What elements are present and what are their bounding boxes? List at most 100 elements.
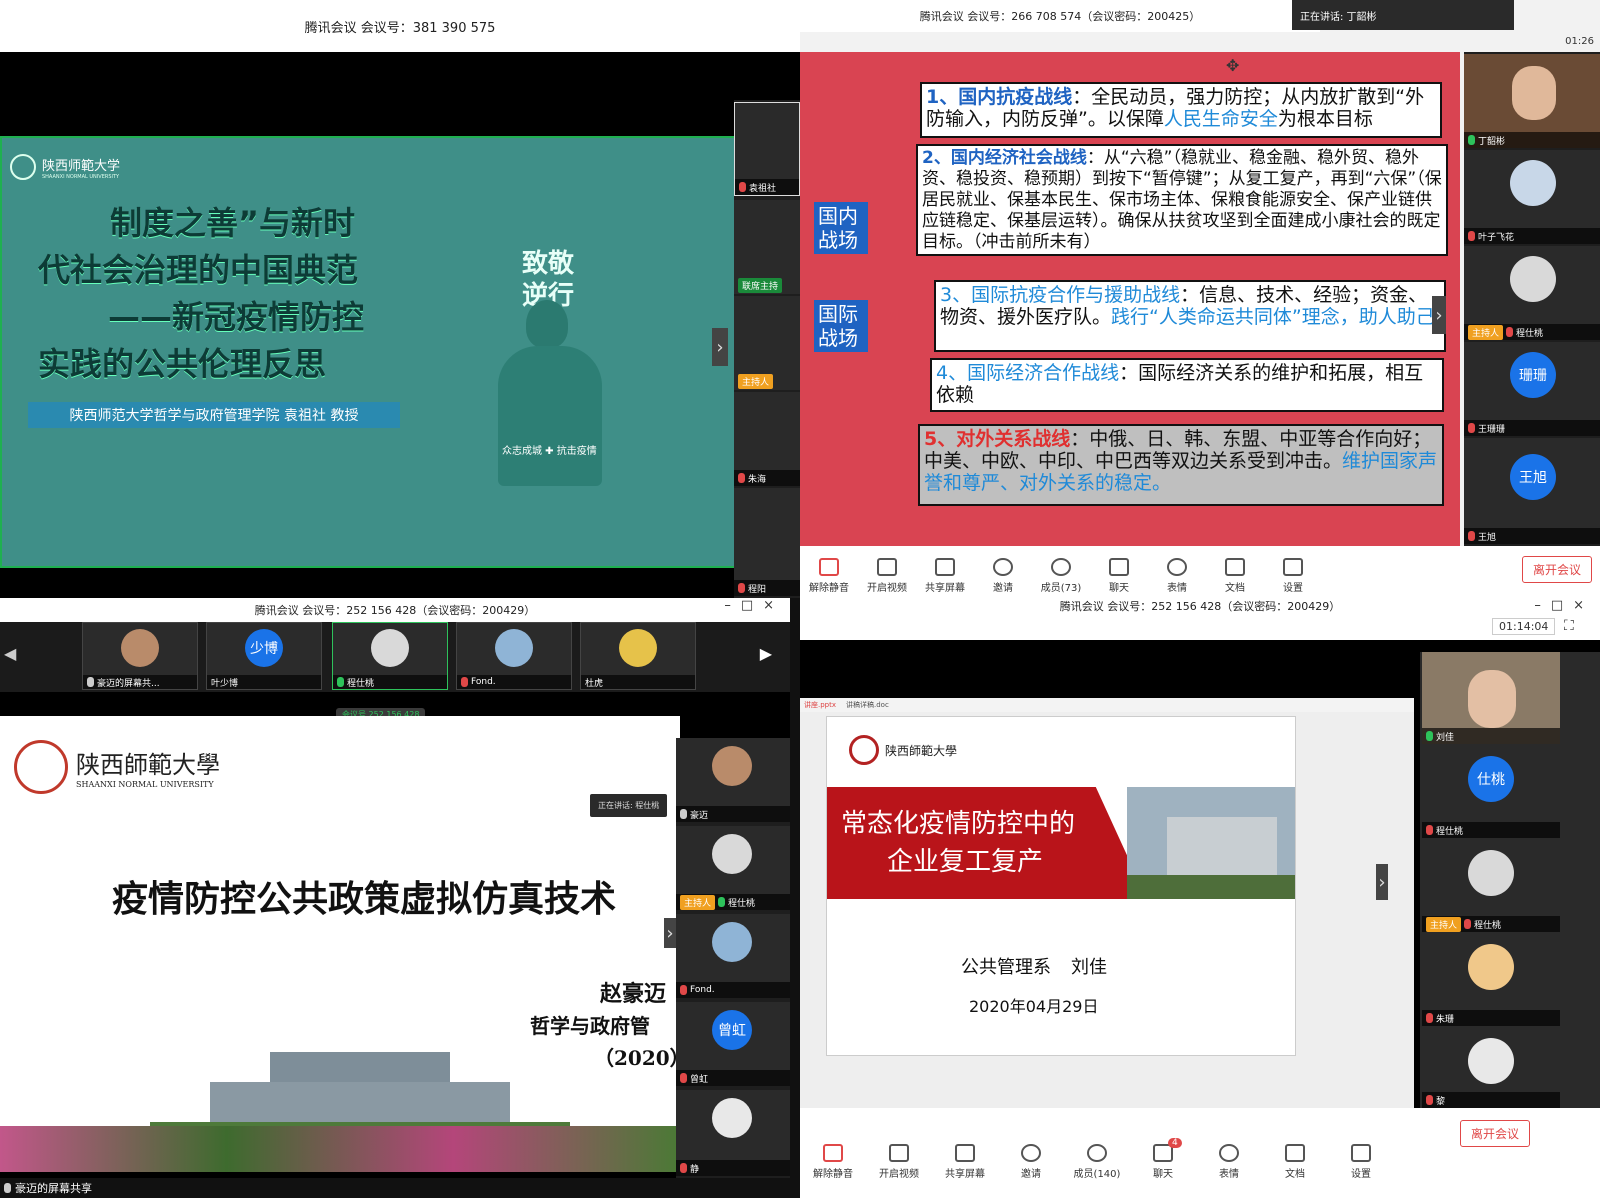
university-name: 陕西师範大学	[42, 158, 121, 174]
participant-card[interactable]: 珊珊 王珊珊	[1464, 342, 1600, 436]
tab-pptx[interactable]: 讲座.pptx	[804, 700, 836, 710]
unmute-button[interactable]: 解除静音	[800, 558, 858, 594]
participant-card[interactable]: 主持人	[734, 296, 800, 390]
settings-button[interactable]: 设置	[1328, 1144, 1394, 1180]
participant-card[interactable]: 主持人 程仕桃	[1422, 840, 1560, 932]
meeting-timer: 01:14:04	[1492, 618, 1556, 635]
mic-icon	[1468, 531, 1475, 541]
participant-card[interactable]: 静	[676, 1090, 790, 1176]
cohost-badge: 联席主持	[738, 278, 783, 293]
participant-card[interactable]: 曾虹 曾虹	[676, 1002, 790, 1086]
label-domestic: 国内战场	[814, 202, 868, 254]
university-name: 陕西師範大學	[885, 743, 958, 758]
slide-point-5: 5、对外关系战线：中俄、日、韩、东盟、中亚等合作向好；中美、中欧、中印、中巴西等…	[918, 424, 1444, 506]
prev-arrow-icon[interactable]: ◀	[4, 644, 16, 663]
tab-doc[interactable]: 讲稿详稿.doc	[846, 700, 889, 710]
meeting-window-3: 腾讯会议 会议号：252 156 428（会议密码：200429） –□× ◀ ▶…	[0, 598, 790, 1198]
slide-point-1: 1、国内抗疫战线：全民动员，强力防控；从内放扩散到“外防输入，内防反弹”。以保障…	[920, 82, 1442, 138]
chat-icon	[1109, 558, 1129, 576]
docs-button[interactable]: 文档	[1262, 1144, 1328, 1180]
mic-icon	[1506, 327, 1514, 337]
participant-card[interactable]: 叶子飞花	[1464, 150, 1600, 244]
chat-button[interactable]: 4 聊天	[1130, 1138, 1196, 1180]
window-controls[interactable]: –□×	[1534, 598, 1594, 613]
slide-title-line: 实践的公共伦理反思	[38, 345, 327, 383]
chat-button[interactable]: 聊天	[1090, 558, 1148, 594]
settings-button[interactable]: 设置	[1264, 558, 1322, 594]
participant-thumb[interactable]: 程仕桃	[332, 622, 448, 690]
mic-icon	[4, 1183, 11, 1193]
share-screen-button[interactable]: 共享屏幕	[932, 1144, 998, 1180]
participant-card[interactable]: Fond.	[676, 914, 790, 998]
unmute-button[interactable]: 解除静音	[800, 1144, 866, 1180]
slide-point-2: 2、国内经济社会战线：从“六稳”（稳就业、稳金融、稳外贸、稳外资、稳投资、稳预期…	[916, 144, 1448, 256]
speaking-indicator: 正在讲话: 丁韶彬	[1292, 0, 1514, 30]
share-screen-button[interactable]: 共享屏幕	[916, 558, 974, 594]
docs-button[interactable]: 文档	[1206, 558, 1264, 594]
participant-card[interactable]: 袁祖社	[734, 102, 800, 196]
next-page-arrow[interactable]: ›	[664, 918, 676, 948]
participant-card[interactable]: 朱珊	[1422, 934, 1560, 1026]
participant-card[interactable]: 联席主持	[734, 200, 800, 294]
avatar	[495, 629, 533, 667]
shared-slide: ✥ 国内战场 国际战场 1、国内抗疫战线：全民动员，强力防控；从内放扩散到“外防…	[800, 52, 1460, 546]
document-icon	[1285, 1144, 1305, 1162]
next-page-arrow[interactable]: ›	[1432, 296, 1446, 334]
invite-button[interactable]: 邀请	[998, 1144, 1064, 1180]
next-page-arrow[interactable]: ›	[712, 328, 728, 366]
next-arrow-icon[interactable]: ▶	[760, 644, 772, 663]
participant-card[interactable]: 豪迈	[676, 738, 790, 822]
host-badge: 主持人	[738, 374, 774, 389]
shared-slide: 陕西师範大学 SHAANXI NORMAL UNIVERSITY 制度之善”与新…	[0, 136, 740, 568]
window-title: 腾讯会议 会议号：266 708 574（会议密码：200425）	[800, 0, 1320, 32]
window-controls[interactable]: –□×	[724, 598, 784, 613]
mic-off-icon	[819, 558, 839, 576]
members-button[interactable]: 成员(140)	[1064, 1144, 1130, 1180]
members-button[interactable]: 成员(73)	[1032, 558, 1090, 594]
emoji-button[interactable]: 表情	[1196, 1144, 1262, 1180]
participant-thumb[interactable]: Fond.	[456, 622, 572, 690]
participant-card[interactable]: 朱海	[734, 392, 800, 486]
participant-card[interactable]: 丁韶彬	[1464, 54, 1600, 148]
participant-sidebar: 丁韶彬 叶子飞花 主持人 程仕桃 珊珊 王珊珊 王旭 王旭	[1464, 52, 1600, 546]
video-button[interactable]: 开启视频	[866, 1144, 932, 1180]
participant-card[interactable]: 仕桃 程仕桃	[1422, 746, 1560, 838]
leave-meeting-button[interactable]: 离开会议	[1522, 556, 1593, 583]
shared-slide: 陕西師範大學 常态化疫情防控中的 企业复工复产 公共管理系 刘佳 2020年04…	[826, 716, 1296, 1056]
video-button[interactable]: 开启视频	[858, 558, 916, 594]
participant-card[interactable]: 主持人 程仕桃	[676, 826, 790, 910]
participant-thumb[interactable]: 豪迈的屏幕共...	[82, 622, 198, 690]
header-bar: 01:14:04 ⛶	[800, 614, 1600, 640]
seal-icon	[849, 735, 879, 765]
shared-slide: 陕西師範大學 SHAANXI NORMAL UNIVERSITY 疫情防控公共政…	[0, 716, 690, 1172]
meeting-timer: 01:26	[1565, 36, 1594, 47]
participant-thumb[interactable]: 杜虎	[580, 622, 696, 690]
meeting-window-2: 腾讯会议 会议号：266 708 574（会议密码：200425） 正在讲话: …	[800, 0, 1600, 598]
video-face	[1512, 66, 1556, 120]
emoji-button[interactable]: 表情	[1148, 558, 1206, 594]
invite-button[interactable]: 邀请	[974, 558, 1032, 594]
participant-card[interactable]: 程阳	[734, 488, 800, 596]
document-icon	[1225, 558, 1245, 576]
avatar	[1510, 256, 1556, 302]
avatar	[712, 922, 752, 962]
move-cursor-icon: ✥	[1226, 56, 1240, 75]
participant-thumb[interactable]: 少博 叶少博	[206, 622, 322, 690]
title-banner: 常态化疫情防控中的 企业复工复产	[827, 787, 1147, 899]
host-badge: 主持人	[1426, 916, 1462, 932]
university-name: 陕西師範大學	[76, 751, 220, 779]
avatar: 王旭	[1510, 454, 1556, 500]
participant-card[interactable]: 主持人 程仕桃	[1464, 246, 1600, 340]
leave-meeting-button[interactable]: 离开会议	[1460, 1120, 1531, 1147]
label-international: 国际战场	[814, 300, 868, 352]
screen-share-footer: 豪迈的屏幕共享	[0, 1178, 790, 1198]
fullscreen-icon[interactable]: ⛶	[1564, 618, 1574, 634]
participant-card[interactable]: 刘佳	[1422, 652, 1560, 744]
next-page-arrow[interactable]: ›	[1376, 864, 1388, 900]
app-tab-bar: 讲座.pptx 讲稿详稿.doc	[800, 698, 1414, 712]
mic-icon	[1426, 825, 1433, 835]
participant-card[interactable]: 王旭 王旭	[1464, 438, 1600, 544]
participant-card[interactable]: 黎	[1422, 1028, 1560, 1108]
mic-icon	[738, 473, 745, 483]
add-user-icon	[1021, 1144, 1041, 1162]
